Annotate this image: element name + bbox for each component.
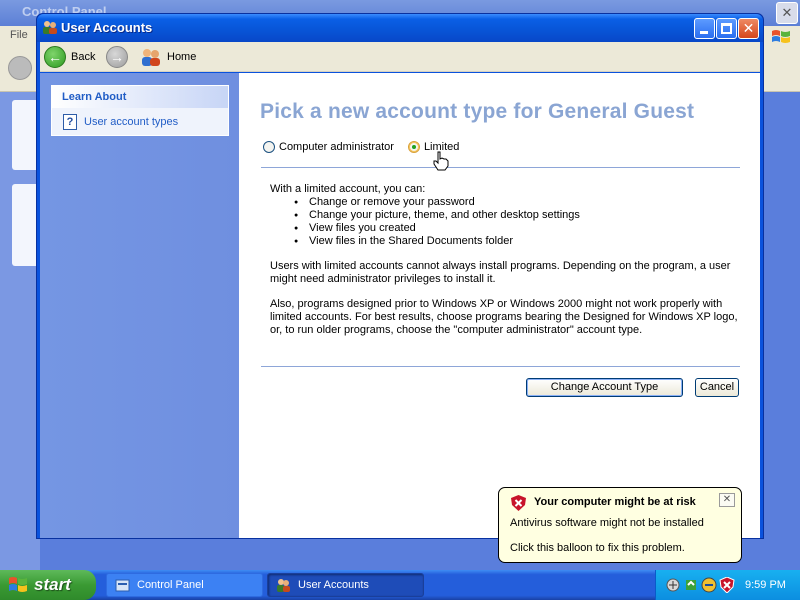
navigation-toolbar: ← Back → Home — [40, 42, 760, 72]
learn-about-box: Learn About ? User account types — [51, 85, 229, 136]
control-panel-back-icon[interactable] — [8, 56, 32, 80]
close-icon: ✕ — [742, 20, 755, 36]
radio-selected-icon — [407, 141, 420, 153]
wireless-icon[interactable] — [701, 577, 717, 593]
back-arrow-icon: ← — [44, 46, 66, 68]
page-title: Pick a new account type for General Gues… — [260, 100, 695, 123]
minimize-icon — [700, 31, 708, 34]
divider — [261, 366, 740, 367]
home-button[interactable]: Home — [140, 45, 196, 69]
control-panel-close-button[interactable]: ✕ — [776, 2, 798, 24]
capabilities-list: Change or remove your password Change yo… — [294, 196, 740, 248]
list-item: Change or remove your password — [294, 196, 740, 209]
start-button[interactable]: start — [0, 570, 96, 600]
cancel-button[interactable]: Cancel — [695, 378, 739, 397]
windows-flag-icon — [772, 30, 790, 43]
network-icon[interactable] — [665, 577, 681, 593]
balloon-message: Antivirus software might not be installe… — [510, 517, 704, 529]
taskbar-item-user-accounts[interactable]: User Accounts — [267, 573, 424, 597]
sidebar-item-user-account-types[interactable]: ? User account types — [63, 114, 178, 130]
safely-remove-icon[interactable] — [683, 577, 699, 593]
content-area: Learn About ? User account types Pick a … — [40, 73, 760, 538]
forward-arrow-icon: → — [106, 46, 128, 68]
list-item: Change your picture, theme, and other de… — [294, 209, 740, 222]
user-accounts-window: User Accounts ✕ ← Back → Home Learn Abou… — [36, 13, 764, 539]
radio-computer-administrator[interactable]: Computer administrator — [263, 141, 394, 153]
list-item: View files in the Shared Documents folde… — [294, 235, 740, 248]
minimize-button[interactable] — [694, 18, 715, 39]
sidebar-item-label: User account types — [84, 116, 179, 128]
taskbar: start Control Panel User Accounts 9:59 P… — [0, 570, 800, 600]
taskbar-item-control-panel[interactable]: Control Panel — [106, 573, 263, 597]
titlebar[interactable]: User Accounts ✕ — [37, 14, 763, 42]
sidebar: Learn About ? User account types — [40, 73, 239, 538]
windows-logo-icon — [9, 577, 27, 592]
taskbar-item-label: Control Panel — [137, 579, 204, 591]
balloon-instruction: Click this balloon to fix this problem. — [510, 542, 685, 554]
intro-text: With a limited account, you can: — [270, 183, 426, 195]
radio-unselected-icon — [263, 141, 275, 153]
start-label: start — [34, 575, 71, 594]
maximize-icon — [721, 23, 732, 34]
learn-about-heading: Learn About — [52, 86, 228, 108]
security-shield-icon — [511, 495, 526, 511]
description: With a limited account, you can: Change … — [270, 183, 740, 337]
control-panel-box — [12, 184, 38, 266]
install-note: Users with limited accounts cannot alway… — [270, 260, 731, 285]
users-home-icon — [142, 49, 160, 66]
main-panel: Pick a new account type for General Gues… — [239, 73, 760, 538]
balloon-close-button[interactable]: ✕ — [719, 493, 735, 507]
control-panel-icon — [115, 579, 130, 591]
user-accounts-icon — [277, 578, 290, 592]
user-accounts-icon — [43, 21, 57, 34]
security-center-shield-icon[interactable] — [719, 577, 735, 593]
hand-cursor-icon — [433, 151, 449, 171]
home-label: Home — [167, 51, 197, 63]
change-account-type-button[interactable]: Change Account Type — [526, 378, 683, 397]
menu-file[interactable]: File — [10, 29, 28, 41]
back-label: Back — [71, 51, 96, 63]
forward-button[interactable]: → — [106, 45, 128, 69]
taskbar-item-label: User Accounts — [298, 579, 369, 591]
back-button[interactable]: ← Back — [44, 45, 95, 69]
list-item: View files you created — [294, 222, 740, 235]
divider — [261, 167, 740, 168]
window-title: User Accounts — [61, 20, 153, 35]
system-tray: 9:59 PM — [655, 570, 800, 600]
close-button[interactable]: ✕ — [738, 18, 759, 39]
compatibility-note: Also, programs designed prior to Windows… — [270, 298, 738, 336]
help-topic-icon: ? — [63, 114, 77, 130]
maximize-button[interactable] — [716, 18, 737, 39]
clock: 9:59 PM — [745, 579, 786, 591]
control-panel-box — [12, 100, 38, 170]
security-alert-balloon[interactable]: Your computer might be at risk ✕ Antivir… — [498, 487, 742, 563]
radio-label: Computer administrator — [279, 141, 394, 153]
balloon-title: Your computer might be at risk — [534, 496, 696, 508]
